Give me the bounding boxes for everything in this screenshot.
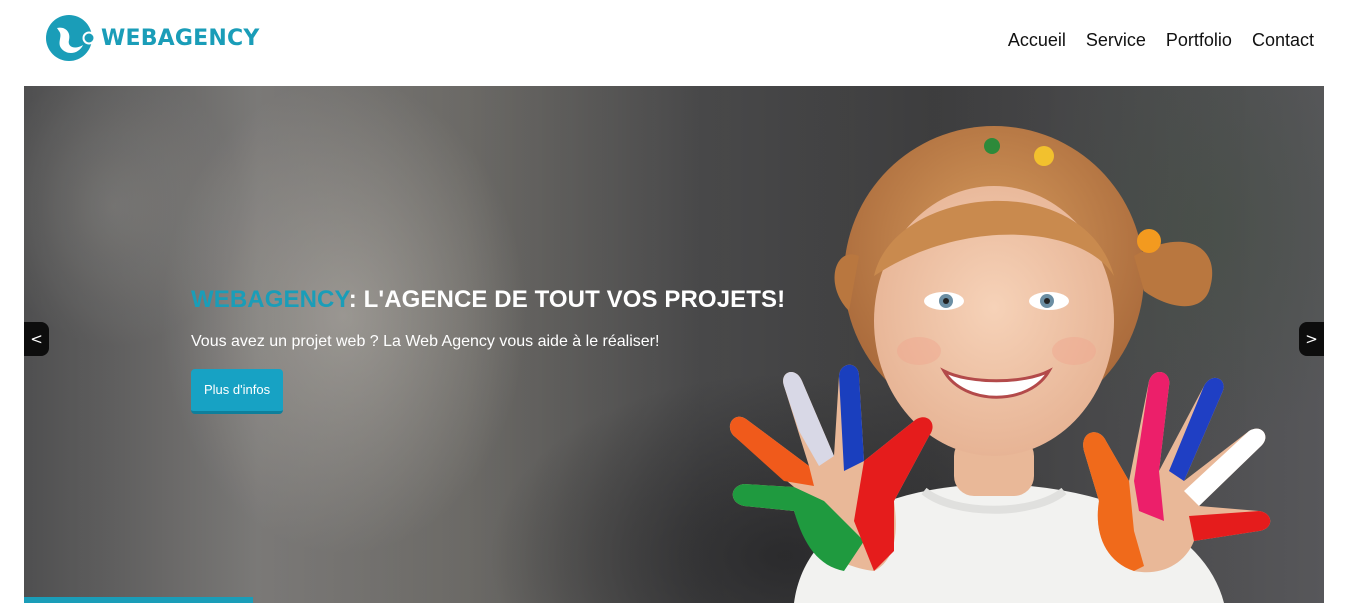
slide-progress-fill	[24, 597, 253, 603]
nav-link-portfolio[interactable]: Portfolio	[1166, 30, 1232, 51]
nav-link-service[interactable]: Service	[1086, 30, 1146, 51]
hero-subtitle: Vous avez un projet web ? La Web Agency …	[191, 333, 660, 350]
brand-logo[interactable]: WEBAGENCY	[45, 14, 259, 62]
webagency-logo-icon	[46, 15, 95, 61]
hero-title-rest: : L'AGENCE DE TOUT VOS PROJETS!	[348, 286, 786, 313]
site-header: WEBAGENCY Accueil Service Portfolio Cont…	[0, 0, 1347, 86]
hero-slider: WEBAGENCY: L'AGENCE DE TOUT VOS PROJETS!…	[24, 86, 1324, 603]
slider-next-button[interactable]: >	[1299, 322, 1324, 356]
hero-title-accent: WEBAGENCY	[191, 286, 349, 313]
hero-title: WEBAGENCY: L'AGENCE DE TOUT VOS PROJETS!	[191, 286, 831, 314]
brand-name: WEBAGENCY	[101, 25, 260, 51]
chevron-right-icon: >	[1305, 330, 1318, 348]
slider-prev-button[interactable]: <	[24, 322, 49, 356]
chevron-left-icon: <	[30, 330, 43, 348]
hero-content: WEBAGENCY: L'AGENCE DE TOUT VOS PROJETS!…	[191, 286, 831, 414]
nav-link-contact[interactable]: Contact	[1252, 30, 1314, 51]
slide-progress-track	[24, 597, 1324, 603]
main-nav: Accueil Service Portfolio Contact	[1008, 30, 1314, 51]
nav-link-accueil[interactable]: Accueil	[1008, 30, 1066, 51]
more-info-button[interactable]: Plus d'infos	[191, 369, 284, 414]
